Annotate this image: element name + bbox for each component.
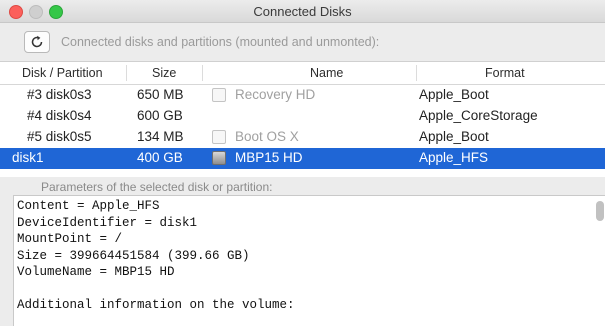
parameter-line: Size = 399664451584 (399.66 GB) bbox=[17, 248, 250, 263]
column-header-format[interactable]: Format bbox=[485, 66, 525, 80]
parameter-line: Additional information on the volume: bbox=[17, 298, 295, 312]
size-cell: 650 MB bbox=[137, 87, 184, 102]
name-cell: MBP15 HD bbox=[235, 150, 303, 165]
disks-list-caption: Connected disks and partitions (mounted … bbox=[61, 35, 380, 49]
window-title: Connected Disks bbox=[253, 4, 352, 19]
size-cell: 600 GB bbox=[137, 108, 183, 123]
table-rows: #3 disk0s3 650 MB Recovery HD Apple_Boot… bbox=[0, 85, 605, 177]
parameters-text-area[interactable]: Content = Apple_HFS DeviceIdentifier = d… bbox=[13, 195, 605, 326]
format-cell: Apple_CoreStorage bbox=[419, 108, 538, 123]
hard-drive-icon bbox=[212, 151, 226, 165]
table-row[interactable]: #5 disk0s5 134 MB Boot OS X Apple_Boot bbox=[0, 127, 605, 148]
toolbar: Connected disks and partitions (mounted … bbox=[0, 23, 605, 61]
parameter-line: Content = Apple_HFS bbox=[17, 199, 160, 213]
table-row[interactable]: #3 disk0s3 650 MB Recovery HD Apple_Boot bbox=[0, 85, 605, 106]
name-cell: Boot OS X bbox=[235, 129, 299, 144]
format-cell: Apple_HFS bbox=[419, 150, 489, 165]
disk-cell: #3 disk0s3 bbox=[27, 87, 92, 102]
parameter-line: MountPoint = / bbox=[17, 232, 123, 246]
column-header-name[interactable]: Name bbox=[310, 66, 343, 80]
parameters-caption: Parameters of the selected disk or parti… bbox=[41, 180, 273, 194]
table-row[interactable]: #4 disk0s4 600 GB Apple_CoreStorage bbox=[0, 106, 605, 127]
refresh-button[interactable] bbox=[24, 31, 50, 53]
size-cell: 400 GB bbox=[137, 150, 183, 165]
disks-table: Disk / Partition Size Name Format #3 dis… bbox=[0, 61, 605, 177]
disk-cell: #5 disk0s5 bbox=[27, 129, 92, 144]
name-cell: Recovery HD bbox=[235, 87, 316, 102]
disk-cell: #4 disk0s4 bbox=[27, 108, 92, 123]
volume-icon bbox=[212, 130, 226, 144]
parameter-line: DeviceIdentifier = disk1 bbox=[17, 215, 198, 230]
vertical-scrollbar[interactable] bbox=[596, 201, 604, 221]
column-divider[interactable] bbox=[202, 65, 203, 81]
title-bar: Connected Disks bbox=[0, 0, 605, 23]
parameter-line: VolumeName = MBP15 HD bbox=[17, 265, 175, 279]
table-header: Disk / Partition Size Name Format bbox=[0, 62, 605, 85]
disk-cell: disk1 bbox=[12, 150, 44, 165]
column-divider[interactable] bbox=[126, 65, 127, 81]
format-cell: Apple_Boot bbox=[419, 129, 489, 144]
volume-icon bbox=[212, 88, 226, 102]
refresh-icon bbox=[31, 35, 43, 48]
column-divider[interactable] bbox=[416, 65, 417, 81]
size-cell: 134 MB bbox=[137, 129, 184, 144]
parameter-line bbox=[14, 281, 295, 298]
format-cell: Apple_Boot bbox=[419, 87, 489, 102]
column-header-size[interactable]: Size bbox=[152, 66, 176, 80]
column-header-disk[interactable]: Disk / Partition bbox=[22, 66, 103, 80]
connected-disks-window: Connected Disks Connected disks and part… bbox=[0, 0, 605, 326]
table-row-selected[interactable]: disk1 400 GB MBP15 HD Apple_HFS bbox=[0, 148, 605, 169]
